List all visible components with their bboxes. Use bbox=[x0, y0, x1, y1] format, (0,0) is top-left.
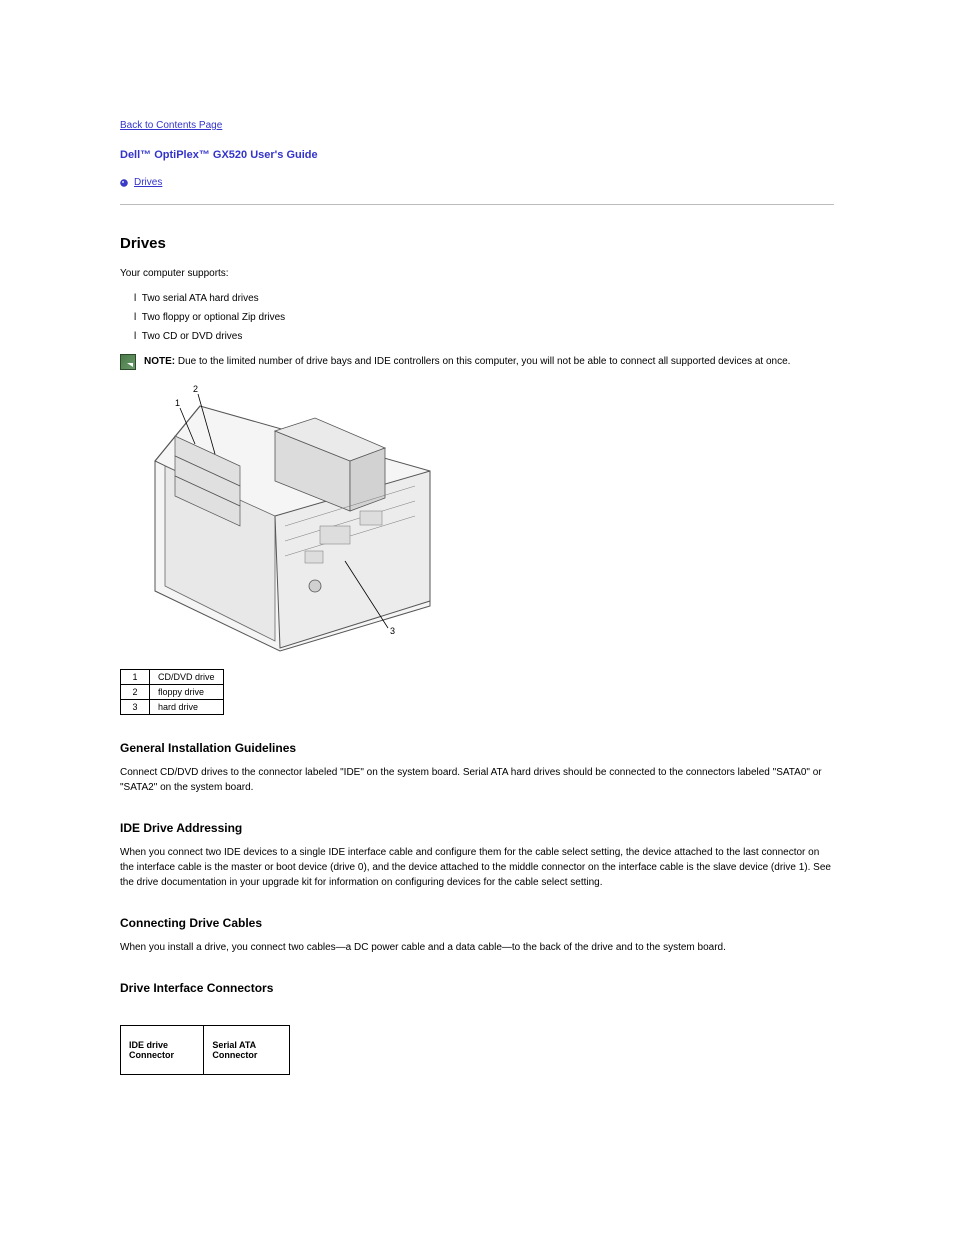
svg-text:1: 1 bbox=[175, 398, 180, 408]
bullet-icon bbox=[120, 179, 128, 187]
callout-label-3: hard drive bbox=[150, 700, 224, 715]
connector-table: IDE drive Connector Serial ATA Connector bbox=[120, 1025, 290, 1075]
top-bullet-row: Drives bbox=[120, 177, 834, 188]
drives-list-2: l Two floppy or optional Zip drives bbox=[134, 310, 834, 325]
table-row: 2 floppy drive bbox=[121, 685, 224, 700]
table-row: 3 hard drive bbox=[121, 700, 224, 715]
drives-anchor-link[interactable]: Drives bbox=[134, 177, 162, 188]
table-row: IDE drive Connector Serial ATA Connector bbox=[121, 1026, 290, 1075]
callout-num-2: 2 bbox=[121, 685, 150, 700]
back-to-contents-link[interactable]: Back to Contents Page bbox=[120, 120, 834, 131]
connector-ide-label: IDE drive Connector bbox=[121, 1026, 204, 1075]
callout-table: 1 CD/DVD drive 2 floppy drive 3 hard dri… bbox=[120, 669, 224, 715]
connector-sata-label: Serial ATA Connector bbox=[204, 1026, 290, 1075]
cables-heading: Connecting Drive Cables bbox=[120, 916, 834, 930]
guide-title: Dell™ OptiPlex™ GX520 User's Guide bbox=[120, 149, 834, 161]
guidelines-heading: General Installation Guidelines bbox=[120, 741, 834, 755]
callout-label-1: CD/DVD drive bbox=[150, 670, 224, 685]
table-row: 1 CD/DVD drive bbox=[121, 670, 224, 685]
guidelines-p1: Connect CD/DVD drives to the connector l… bbox=[120, 765, 834, 795]
drives-list-1: l Two serial ATA hard drives bbox=[134, 291, 834, 306]
svg-text:2: 2 bbox=[193, 384, 198, 394]
interface-heading: Drive Interface Connectors bbox=[120, 981, 834, 995]
note-icon bbox=[120, 354, 136, 370]
note-row: NOTE: Due to the limited number of drive… bbox=[120, 354, 834, 370]
callout-num-3: 3 bbox=[121, 700, 150, 715]
computer-diagram: 1 2 3 bbox=[120, 376, 834, 659]
cables-p1: When you install a drive, you connect tw… bbox=[120, 940, 834, 955]
note-text: NOTE: Due to the limited number of drive… bbox=[144, 354, 790, 369]
callout-label-2: floppy drive bbox=[150, 685, 224, 700]
ide-heading: IDE Drive Addressing bbox=[120, 821, 834, 835]
drives-heading: Drives bbox=[120, 235, 834, 252]
svg-text:3: 3 bbox=[390, 626, 395, 636]
drives-list-3: l Two CD or DVD drives bbox=[134, 329, 834, 344]
ide-p1: When you connect two IDE devices to a si… bbox=[120, 845, 834, 890]
divider bbox=[120, 204, 834, 205]
drives-intro: Your computer supports: bbox=[120, 266, 834, 281]
callout-num-1: 1 bbox=[121, 670, 150, 685]
